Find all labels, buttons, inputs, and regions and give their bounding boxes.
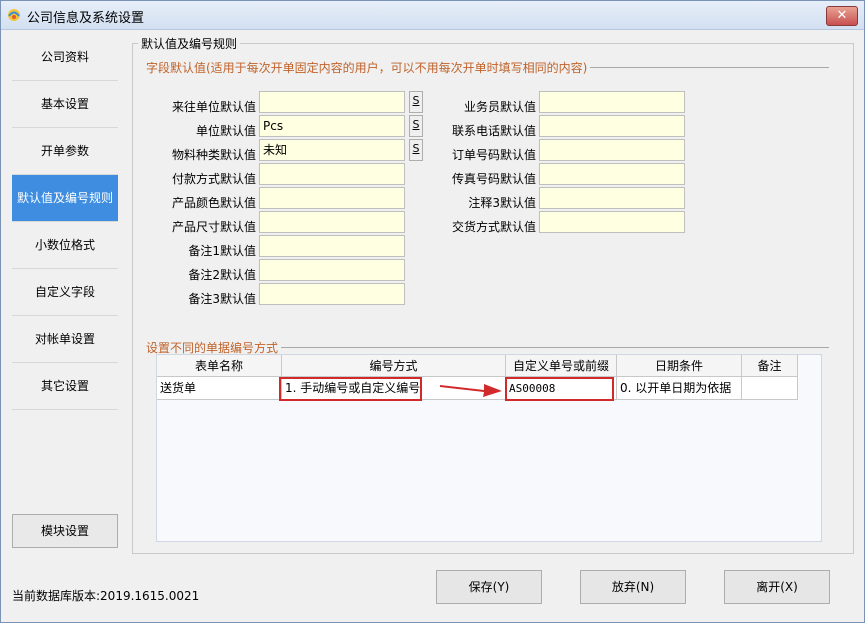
field-label: 传真号码默认值 — [451, 172, 536, 186]
size-default-field[interactable] — [259, 211, 405, 233]
remark3-default-field[interactable] — [259, 283, 405, 305]
sidebar-item-order-params[interactable]: 开单参数 — [12, 128, 118, 175]
sidebar-item-company[interactable]: 公司资料 — [12, 34, 118, 81]
module-settings-button[interactable]: 模块设置 — [12, 514, 118, 548]
phone-default-field[interactable] — [539, 115, 685, 137]
sidebar-item-decimals[interactable]: 小数位格式 — [12, 222, 118, 269]
grid-cell-form-name[interactable]: 送货单 — [157, 377, 282, 400]
field-label: 物料种类默认值 — [171, 148, 256, 162]
select-button[interactable]: S — [409, 115, 423, 137]
fax-default-field[interactable] — [539, 163, 685, 185]
sidebar: 公司资料 基本设置 开单参数 默认值及编号规则 小数位格式 自定义字段 对帐单设… — [12, 34, 118, 410]
material-type-default-field[interactable]: 未知 — [259, 139, 405, 161]
numbering-method-highlight — [279, 377, 422, 401]
field-label: 业务员默认值 — [463, 100, 536, 114]
grid-cell-date-condition[interactable]: 0. 以开单日期为依据 — [617, 377, 742, 400]
grid-header[interactable]: 备注 — [742, 355, 798, 377]
delivery-default-field[interactable] — [539, 211, 685, 233]
field-section-title: 字段默认值(适用于每次开单固定内容的用户，可以不用每次开单时填写相同的内容) — [146, 59, 591, 76]
field-label: 产品尺寸默认值 — [171, 220, 256, 234]
client-default-field[interactable] — [259, 91, 405, 113]
grid-header[interactable]: 自定义单号或前缀 — [506, 355, 617, 377]
field-label: 备注3默认值 — [188, 292, 256, 306]
field-label: 联系电话默认值 — [451, 124, 536, 138]
grid-header[interactable]: 日期条件 — [617, 355, 742, 377]
sidebar-item-custom-fields[interactable]: 自定义字段 — [12, 269, 118, 316]
window-title: 公司信息及系统设置 — [27, 11, 145, 26]
unit-default-field[interactable]: Pcs — [259, 115, 405, 137]
field-label: 来往单位默认值 — [171, 100, 256, 114]
close-icon: ✕ — [836, 8, 848, 23]
field-label: 订单号码默认值 — [451, 148, 536, 162]
field-label: 交货方式默认值 — [451, 220, 536, 234]
discard-button[interactable]: 放弃(N) — [580, 570, 686, 604]
grid-header[interactable]: 表单名称 — [157, 355, 282, 377]
select-button[interactable]: S — [409, 139, 423, 161]
leave-button[interactable]: 离开(X) — [724, 570, 830, 604]
sidebar-item-other[interactable]: 其它设置 — [12, 363, 118, 410]
grid-cell-remark[interactable] — [742, 377, 798, 400]
order-no-default-field[interactable] — [539, 139, 685, 161]
title-bar: 公司信息及系统设置 ✕ — [1, 1, 864, 30]
field-label: 付款方式默认值 — [171, 172, 256, 186]
arrow-right-icon — [440, 384, 502, 397]
field-label: 注释3默认值 — [468, 196, 536, 210]
field-label: 产品颜色默认值 — [171, 196, 256, 210]
select-button[interactable]: S — [409, 91, 423, 113]
color-default-field[interactable] — [259, 187, 405, 209]
note3-default-field[interactable] — [539, 187, 685, 209]
remark2-default-field[interactable] — [259, 259, 405, 281]
field-label: 备注2默认值 — [188, 268, 256, 282]
sidebar-item-defaults-numbering[interactable]: 默认值及编号规则 — [12, 175, 118, 222]
payment-default-field[interactable] — [259, 163, 405, 185]
prefix-highlight — [505, 377, 614, 401]
salesperson-default-field[interactable] — [539, 91, 685, 113]
grid-header[interactable]: 编号方式 — [282, 355, 506, 377]
sidebar-item-statement[interactable]: 对帐单设置 — [12, 316, 118, 363]
remark1-default-field[interactable] — [259, 235, 405, 257]
save-button[interactable]: 保存(Y) — [436, 570, 542, 604]
group-title: 默认值及编号规则 — [138, 35, 241, 52]
field-label: 备注1默认值 — [188, 244, 256, 258]
db-version-text: 当前数据库版本:2019.1615.0021 — [12, 589, 200, 603]
field-label: 单位默认值 — [195, 124, 256, 138]
app-icon — [8, 9, 20, 21]
close-button[interactable]: ✕ — [826, 6, 858, 26]
sidebar-item-basic[interactable]: 基本设置 — [12, 81, 118, 128]
